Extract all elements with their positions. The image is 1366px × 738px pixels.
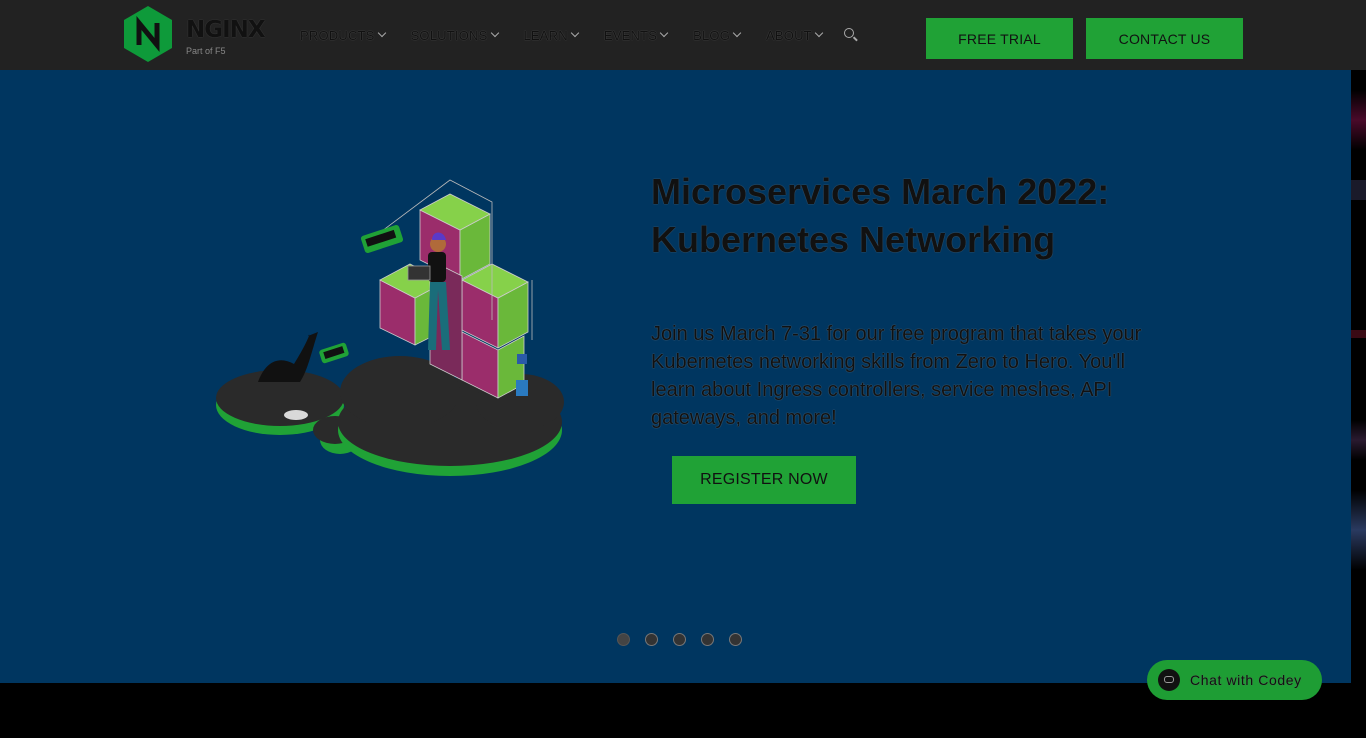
chevron-down-icon [377,28,386,38]
nav-label: ABOUT [766,27,812,43]
carousel-dot-3[interactable] [673,633,686,646]
nav-label: LEARN [523,27,568,43]
hero-carousel: Microservices March 2022: Kubernetes Net… [0,70,1351,683]
hero-description: Join us March 7-31 for our free program … [651,323,1142,429]
nav-solutions[interactable]: SOLUTIONS [410,27,499,43]
chevron-down-icon [814,28,824,38]
kubernetes-illustration [216,179,564,476]
chevron-down-icon [490,28,499,38]
chat-label: Chat with Codey [1190,672,1302,688]
nav-label: PRODUCTS [300,27,375,43]
register-now-button[interactable]: REGISTER NOW [672,456,856,504]
free-trial-button[interactable]: FREE TRIAL [926,18,1073,59]
chevron-down-icon [732,28,742,38]
search-icon[interactable] [843,28,858,42]
main-nav: PRODUCTS SOLUTIONS LEARN EVENTS BLOG ABO… [300,24,858,46]
nginx-logo[interactable]: NGINX Part of F5 [122,5,272,63]
nav-about[interactable]: ABOUT [766,27,824,43]
carousel-dot-1[interactable] [617,633,630,646]
chat-with-codey-button[interactable]: Chat with Codey [1147,660,1322,700]
nav-events[interactable]: EVENTS [603,27,669,43]
nginx-hexagon-logo-icon [124,6,172,62]
nav-label: SOLUTIONS [410,27,488,43]
nav-learn[interactable]: LEARN [523,27,580,43]
chevron-down-icon [659,28,669,38]
logo-tagline: Part of F5 [186,46,226,56]
hero-title: Microservices March 2022: Kubernetes Net… [651,171,1110,260]
carousel-dot-5[interactable] [729,633,742,646]
carousel-dot-2[interactable] [645,633,658,646]
next-slide-preview [1351,70,1366,683]
nav-label: BLOG [693,27,731,43]
carousel-dot-4[interactable] [701,633,714,646]
nav-products[interactable]: PRODUCTS [300,27,386,43]
chevron-down-icon [570,28,580,38]
contact-us-button[interactable]: CONTACT US [1086,18,1243,59]
chatbot-icon [1158,669,1180,691]
nav-label: EVENTS [603,27,658,43]
carousel-pagination [617,633,757,646]
nav-blog[interactable]: BLOG [693,27,742,43]
logo-wordmark: NGINX [186,17,266,43]
site-header: NGINX Part of F5 PRODUCTS SOLUTIONS LEAR… [0,0,1366,70]
